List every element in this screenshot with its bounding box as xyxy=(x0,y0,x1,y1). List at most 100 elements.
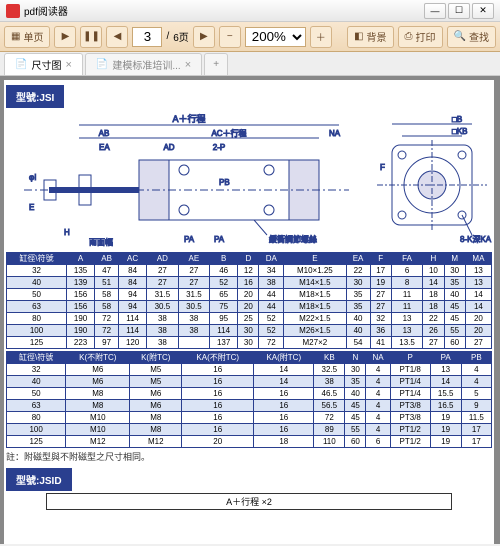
table-header: H xyxy=(423,253,444,265)
table-header: FA xyxy=(391,253,422,265)
svg-text:NA: NA xyxy=(329,129,341,138)
table-cell: M12 xyxy=(130,436,182,448)
table-cell: 58 xyxy=(95,301,119,313)
table-header: 缸徑\符號 xyxy=(7,253,67,265)
table-cell: M10×1.25 xyxy=(284,265,346,277)
play-button[interactable]: ▶ xyxy=(54,26,76,48)
table-cell: 30 xyxy=(238,337,259,349)
svg-text:AC＋行程: AC＋行程 xyxy=(211,128,246,138)
table-cell: 110 xyxy=(314,436,345,448)
table-cell: 80 xyxy=(7,313,67,325)
single-page-button[interactable]: ▦ 单页 xyxy=(4,26,50,48)
table-cell: 190 xyxy=(67,313,95,325)
table-cell: 16 xyxy=(182,412,254,424)
table-cell: 30 xyxy=(444,265,465,277)
minimize-button[interactable]: — xyxy=(424,3,446,19)
table-cell: 55 xyxy=(345,424,366,436)
table-cell: 12 xyxy=(238,265,259,277)
table-header: F xyxy=(370,253,391,265)
svg-text:2-P: 2-P xyxy=(213,143,225,152)
zoom-in-button[interactable]: ＋ xyxy=(310,26,332,48)
table-cell: 13 xyxy=(465,277,491,289)
table-cell: 14 xyxy=(465,301,491,313)
table-cell: M8 xyxy=(130,412,182,424)
table-cell: 17 xyxy=(461,436,491,448)
table-cell: 60 xyxy=(444,337,465,349)
table-cell: 19 xyxy=(370,277,391,289)
search-icon: 🔍 xyxy=(454,31,466,42)
table-cell: 8 xyxy=(391,277,422,289)
table-cell: 19 xyxy=(430,412,461,424)
table-cell: 30 xyxy=(346,277,370,289)
zoom-out-button[interactable]: − xyxy=(219,26,241,48)
table-cell: 31.5 xyxy=(147,289,178,301)
table-cell: 35 xyxy=(345,376,366,388)
table-cell: 16 xyxy=(238,277,259,289)
find-button[interactable]: 🔍查找 xyxy=(447,26,496,48)
dimension-table-1: 缸徑\符號AABACADAEBDDAEEAFFAHMMA321354784272… xyxy=(6,252,492,349)
pause-button[interactable]: ❚❚ xyxy=(80,26,102,48)
tab-training[interactable]: 📄 建模标准培训... × xyxy=(85,53,202,75)
table-cell: 4 xyxy=(366,388,390,400)
tab-dimensions[interactable]: 📄 尺寸图 × xyxy=(4,53,83,75)
zoom-select[interactable]: 200% xyxy=(245,27,306,47)
table-cell: M6 xyxy=(66,364,130,376)
table-cell: 13 xyxy=(465,265,491,277)
svg-text:H: H xyxy=(64,228,70,237)
print-button[interactable]: ⎙打印 xyxy=(398,26,443,48)
table-header: AD xyxy=(147,253,178,265)
prev-page-button[interactable]: ◀ xyxy=(106,26,128,48)
table-cell: 40 xyxy=(345,388,366,400)
table-cell: 4 xyxy=(366,376,390,388)
document-viewport[interactable]: 型號:JSI A＋行程 AB AC＋行程 NA EA AD 2-P xyxy=(0,76,500,544)
table-cell: 80 xyxy=(7,412,66,424)
tab-add-button[interactable]: + xyxy=(204,53,228,75)
table-cell: 19 xyxy=(430,436,461,448)
table-cell: 44 xyxy=(259,301,284,313)
table-header: MA xyxy=(465,253,491,265)
table-cell: 9 xyxy=(461,400,491,412)
table-cell: 32 xyxy=(7,265,67,277)
maximize-button[interactable]: ☐ xyxy=(448,3,470,19)
pdf-icon: 📄 xyxy=(15,59,27,70)
table-cell: 46.5 xyxy=(314,388,345,400)
table-header: DA xyxy=(259,253,284,265)
svg-text:F: F xyxy=(380,163,385,172)
table-cell: M5 xyxy=(130,364,182,376)
table-cell: M22×1.5 xyxy=(284,313,346,325)
table-cell: 30.5 xyxy=(178,301,209,313)
table-cell: M6 xyxy=(130,388,182,400)
table-cell: 27 xyxy=(370,301,391,313)
table-cell: 84 xyxy=(119,265,147,277)
table-cell: 45 xyxy=(444,313,465,325)
tab-close-icon[interactable]: × xyxy=(185,59,191,71)
table-header: KA(附TC) xyxy=(254,352,314,364)
table-cell: 20 xyxy=(238,289,259,301)
toolbar: ▦ 单页 ▶ ❚❚ ◀ / 6页 ▶ − 200% ＋ ◧背景 ⎙打印 🔍查找 xyxy=(0,22,500,52)
tab-close-icon[interactable]: × xyxy=(65,59,71,71)
table-cell: 94 xyxy=(119,289,147,301)
next-page-button[interactable]: ▶ xyxy=(193,26,215,48)
table-cell: 60 xyxy=(345,436,366,448)
table-cell: 4 xyxy=(366,400,390,412)
table-cell: 56.5 xyxy=(314,400,345,412)
table-cell: 13.5 xyxy=(391,337,422,349)
table-cell: 27 xyxy=(423,337,444,349)
table-cell: 4 xyxy=(366,412,390,424)
table-cell: 32 xyxy=(370,313,391,325)
table-header: PA xyxy=(430,352,461,364)
svg-text:□B: □B xyxy=(452,115,462,124)
table-cell: PT1/8 xyxy=(390,364,430,376)
svg-text:PA: PA xyxy=(184,235,195,244)
table-cell: PT1/4 xyxy=(390,388,430,400)
svg-text:φI: φI xyxy=(29,173,36,182)
svg-text:PB: PB xyxy=(219,178,230,187)
svg-text:兩面幅: 兩面幅 xyxy=(89,237,113,247)
background-button[interactable]: ◧背景 xyxy=(347,26,393,48)
table-cell: 45 xyxy=(345,412,366,424)
page-number-input[interactable] xyxy=(132,27,162,47)
table-cell: 72 xyxy=(314,412,345,424)
close-button[interactable]: ✕ xyxy=(472,3,494,19)
table-cell: 17 xyxy=(370,265,391,277)
table-cell: M6 xyxy=(130,400,182,412)
